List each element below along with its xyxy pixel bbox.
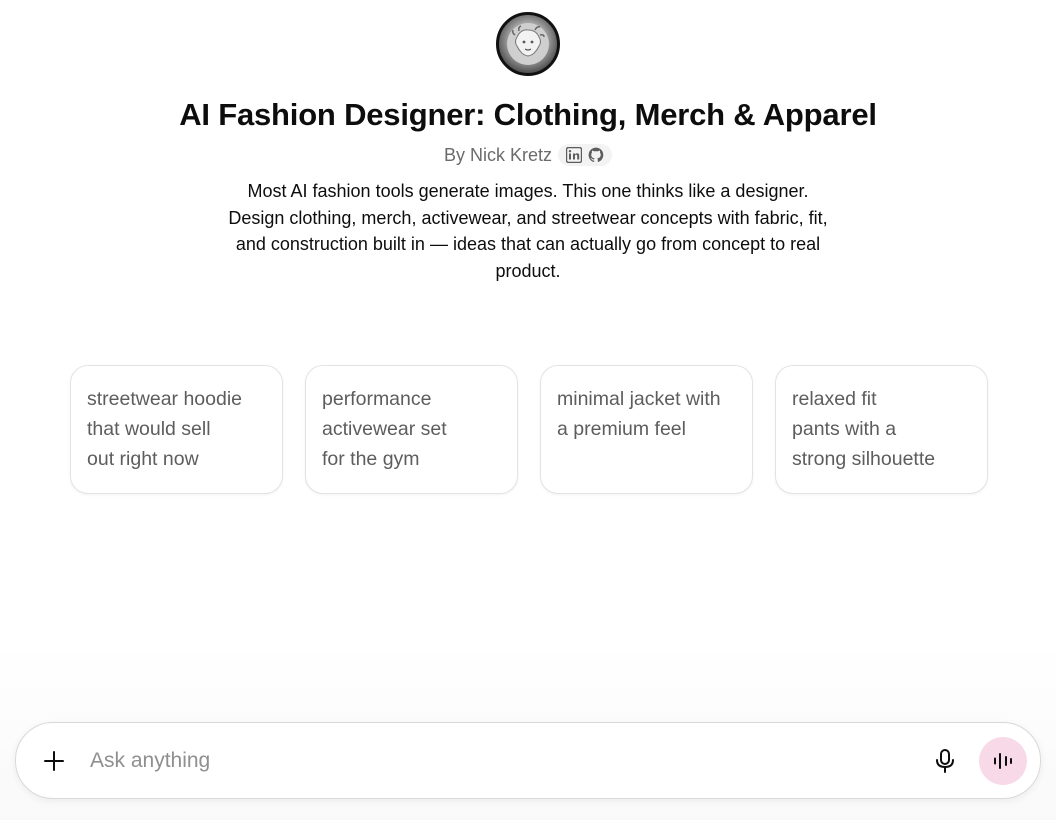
- starter-card[interactable]: relaxed fit pants with a strong silhouet…: [775, 365, 988, 494]
- social-links: [558, 144, 613, 166]
- author-byline: By Nick Kretz: [444, 144, 613, 166]
- voice-mode-button[interactable]: [979, 736, 1027, 785]
- starter-card[interactable]: minimal jacket with a premium feel: [540, 365, 753, 494]
- dictate-button[interactable]: [927, 743, 963, 779]
- author-name[interactable]: By Nick Kretz: [444, 145, 552, 166]
- starter-line: a premium feel: [557, 418, 686, 440]
- gpt-home-page: AI Fashion Designer: Clothing, Merch & A…: [0, 0, 1056, 820]
- microphone-icon: [936, 748, 954, 773]
- medusa-head-icon: [507, 23, 549, 65]
- starter-line: relaxed fit: [792, 388, 877, 410]
- medusa-head-logo: [496, 12, 560, 76]
- attach-button[interactable]: [38, 745, 70, 777]
- conversation-starters: streetwear hoodie that would sell out ri…: [70, 365, 988, 494]
- starter-line: minimal jacket with: [557, 388, 721, 410]
- starter-line: activewear set: [322, 418, 447, 440]
- starter-card[interactable]: streetwear hoodie that would sell out ri…: [70, 365, 283, 494]
- gpt-title: AI Fashion Designer: Clothing, Merch & A…: [179, 97, 877, 132]
- plus-icon: [44, 750, 64, 771]
- starter-line: out right now: [87, 448, 199, 470]
- starter-line: for the gym: [322, 448, 420, 470]
- starter-line: strong silhouette: [792, 448, 936, 470]
- gpt-description: Most AI fashion tools generate images. T…: [228, 181, 828, 281]
- starter-line: streetwear hoodie: [87, 388, 243, 410]
- starter-line: pants with a: [792, 418, 897, 440]
- voice-waveform-icon: [994, 752, 1012, 769]
- message-composer: [15, 722, 1041, 799]
- linkedin-icon[interactable]: [566, 147, 583, 163]
- github-icon[interactable]: [588, 147, 604, 163]
- starter-line: that would sell: [87, 418, 211, 440]
- message-input[interactable]: [88, 747, 927, 774]
- starter-card[interactable]: performance activewear set for the gym: [305, 365, 518, 494]
- starter-line: performance: [322, 388, 432, 410]
- gpt-header: AI Fashion Designer: Clothing, Merch & A…: [0, 12, 1056, 284]
